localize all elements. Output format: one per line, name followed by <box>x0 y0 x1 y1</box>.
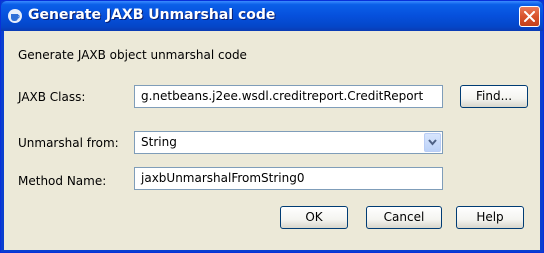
chevron-down-icon <box>428 139 437 146</box>
dialog-window: Generate JAXB Unmarshal code Generate JA… <box>0 0 544 253</box>
jaxb-class-field[interactable]: g.netbeans.j2ee.wsdl.creditreport.Credit… <box>134 85 443 108</box>
window-title: Generate JAXB Unmarshal code <box>28 7 276 23</box>
title-bar[interactable]: Generate JAXB Unmarshal code <box>1 1 543 31</box>
coffee-cup-icon <box>7 8 23 24</box>
dropdown-button[interactable] <box>424 133 441 152</box>
ok-button[interactable]: OK <box>280 206 348 229</box>
unmarshal-from-value: String <box>141 135 177 149</box>
dialog-body: Generate JAXB object unmarshal code JAXB… <box>4 31 540 250</box>
method-name-label: Method Name: <box>18 174 107 188</box>
unmarshal-from-select[interactable]: String <box>134 131 443 154</box>
help-button[interactable]: Help <box>456 206 524 229</box>
close-button[interactable] <box>519 6 540 27</box>
cancel-button[interactable]: Cancel <box>366 206 442 229</box>
jaxb-class-label: JAXB Class: <box>18 90 86 104</box>
close-x-icon <box>524 11 535 22</box>
method-name-field[interactable]: jaxbUnmarshalFromString0 <box>134 167 443 190</box>
unmarshal-from-label: Unmarshal from: <box>18 136 119 150</box>
dialog-heading: Generate JAXB object unmarshal code <box>18 48 247 62</box>
find-button[interactable]: Find... <box>460 85 528 108</box>
